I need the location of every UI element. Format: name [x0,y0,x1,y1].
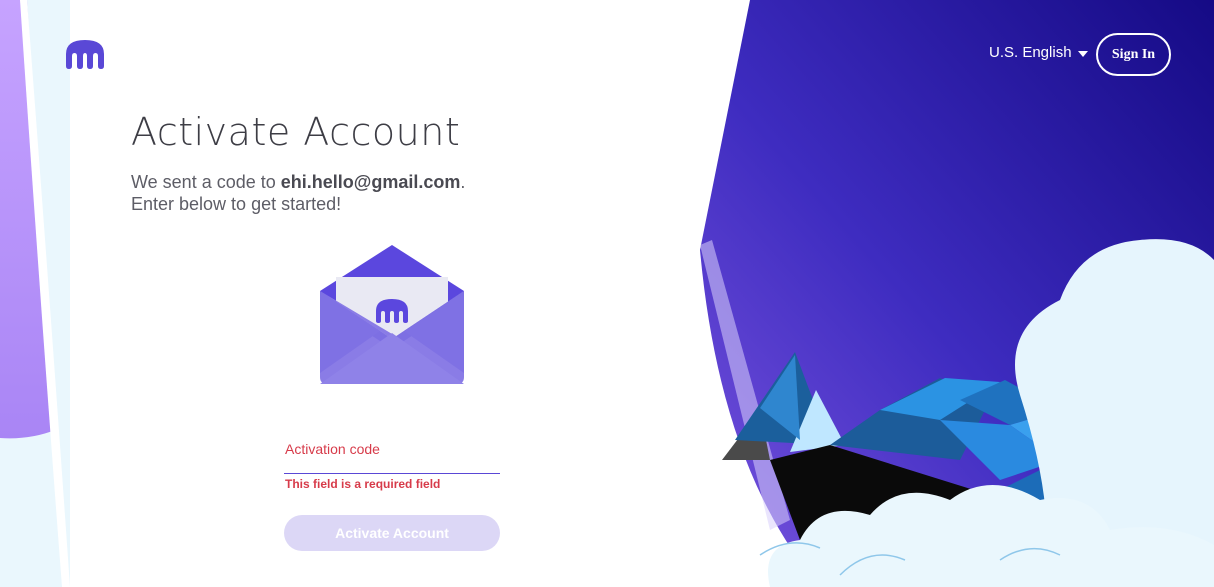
subtitle: We sent a code to ehi.hello@gmail.com. E… [131,171,465,215]
page-title: Activate Account [131,110,461,154]
subtitle-line2: Enter below to get started! [131,194,342,214]
error-message: This field is a required field [285,477,441,491]
activation-code-label: Activation code [285,441,380,457]
envelope-icon [320,245,464,384]
email-text: ehi.hello@gmail.com [280,172,461,192]
activate-account-button[interactable]: Activate Account [284,515,500,551]
caret-down-icon [1077,51,1088,57]
activation-code-input[interactable] [284,459,500,474]
background-illustration [0,0,1214,587]
language-label: U.S. English [989,44,1072,61]
language-selector[interactable]: U.S. English [989,43,1088,63]
subtitle-suffix: . [460,172,466,192]
subtitle-prefix: We sent a code to [131,172,281,192]
kraken-logo-icon[interactable] [64,36,106,70]
sign-in-button[interactable]: Sign In [1096,33,1171,76]
